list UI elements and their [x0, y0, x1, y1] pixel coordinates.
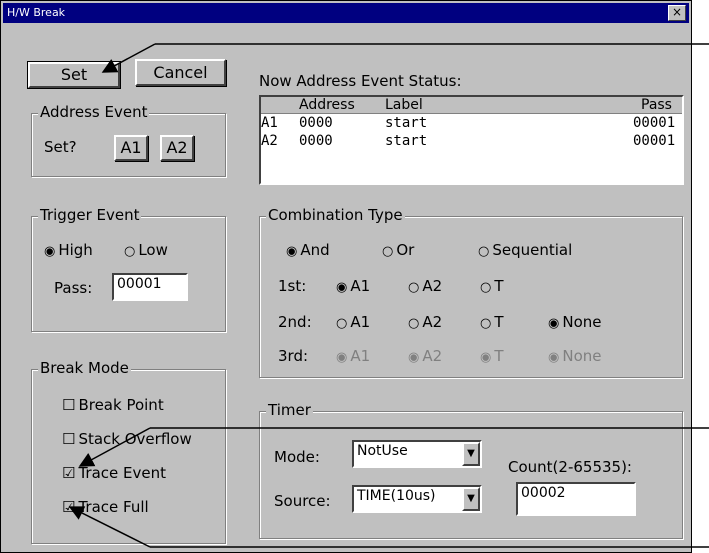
callout-lines: [68, 43, 709, 548]
callout-set-arrow: [101, 43, 156, 73]
callout-trace-full-arrow: [68, 506, 151, 548]
callout-trace-event-arrow: [78, 427, 151, 467]
